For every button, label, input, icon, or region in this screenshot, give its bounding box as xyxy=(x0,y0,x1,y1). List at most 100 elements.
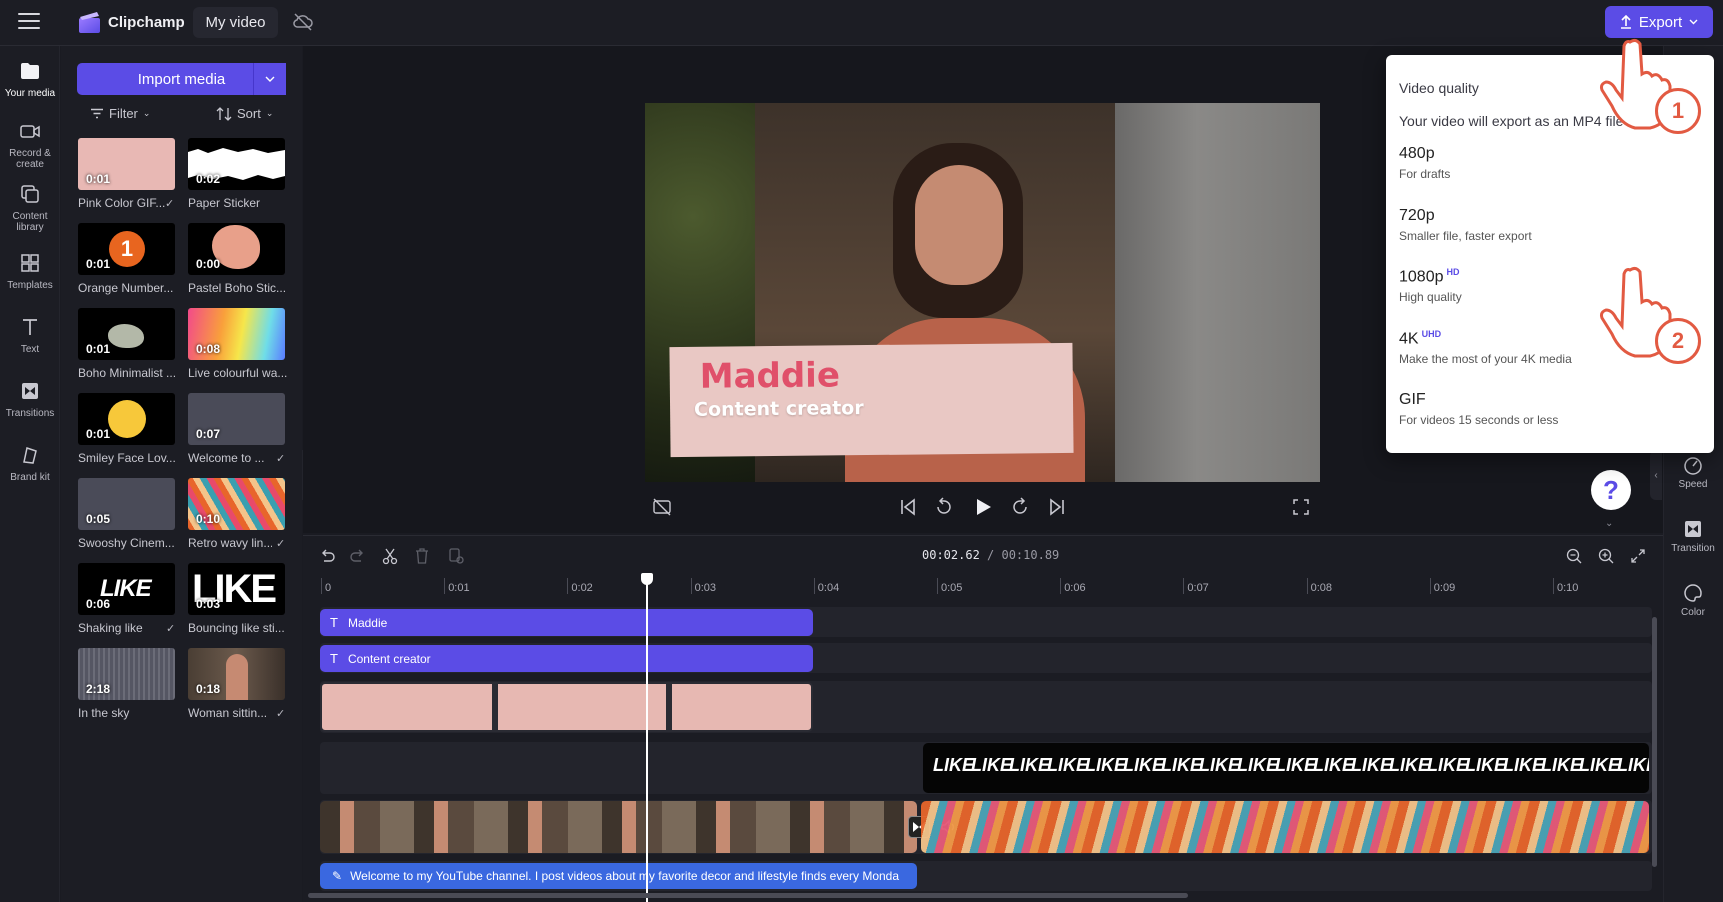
boho-blob-thumb xyxy=(108,324,144,348)
media-label: Smiley Face Lov... xyxy=(78,451,176,465)
color-icon xyxy=(1684,584,1702,602)
media-duration: 0:02 xyxy=(196,172,221,186)
sticker-clip[interactable] xyxy=(320,682,813,732)
cloud-off-icon[interactable] xyxy=(293,13,313,31)
media-label: Orange Number... xyxy=(78,281,174,295)
import-options-button[interactable] xyxy=(253,63,286,95)
current-time: 00:02.62 xyxy=(922,548,980,562)
play-icon[interactable] xyxy=(973,497,993,517)
orange-number-thumb: 1 xyxy=(109,231,145,267)
media-label: Swooshy Cinem... xyxy=(78,536,175,550)
video-preview[interactable]: Maddie Content creator xyxy=(645,103,1320,482)
ruler-label: 0:10 xyxy=(1557,582,1579,594)
fit-timeline-icon[interactable] xyxy=(1629,547,1647,565)
rail-item-content-library[interactable]: Content library xyxy=(0,183,60,233)
text-clip-title[interactable]: T Maddie xyxy=(320,609,813,636)
help-button[interactable]: ? xyxy=(1591,470,1631,510)
media-tile[interactable]: 0:07 xyxy=(188,393,285,445)
sort-button[interactable]: Sort ⌄ xyxy=(216,106,273,121)
zoom-in-icon[interactable] xyxy=(1597,547,1615,565)
preview-face xyxy=(915,165,1003,285)
quality-option-480p[interactable]: 480p For drafts xyxy=(1399,145,1699,181)
chevron-right-icon: ‹ xyxy=(1654,469,1658,481)
duplicate-icon[interactable] xyxy=(447,547,465,565)
captions-off-icon[interactable] xyxy=(652,497,672,517)
smiley-face-thumb xyxy=(108,400,146,438)
skip-back-icon[interactable] xyxy=(898,497,918,517)
media-tile[interactable]: 0:10 xyxy=(188,478,285,530)
menu-icon[interactable] xyxy=(18,13,40,31)
like-frame: LIKE xyxy=(1161,755,1203,775)
skip-forward-icon[interactable] xyxy=(1047,497,1067,517)
subtitle-text: Content creator xyxy=(693,397,864,421)
rail-item-your-media[interactable]: Your media xyxy=(0,60,60,99)
sort-label: Sort xyxy=(237,106,261,121)
rewind-5-icon[interactable] xyxy=(934,497,954,517)
media-duration: 0:01 xyxy=(86,257,111,271)
step-marker-2: 2 xyxy=(1655,318,1701,364)
rail-item-brand-kit[interactable]: Brand kit xyxy=(0,444,60,483)
video-clip-woman[interactable] xyxy=(320,801,917,853)
collapse-properties-button[interactable]: ‹ xyxy=(1650,450,1662,500)
media-tile[interactable]: 0:08 xyxy=(188,308,285,360)
like-frame: LIKE xyxy=(1009,755,1051,775)
rail-item-color[interactable]: Color xyxy=(1663,582,1723,618)
title-sticker[interactable]: Maddie Content creator xyxy=(669,342,1074,458)
media-tile[interactable]: 2:18 xyxy=(78,648,175,700)
text-clip-subtitle[interactable]: T Content creator xyxy=(320,645,813,672)
zoom-out-icon[interactable] xyxy=(1565,547,1583,565)
folder-icon xyxy=(21,63,39,79)
redo-icon[interactable] xyxy=(349,547,367,565)
media-tile[interactable]: 0:01 xyxy=(78,393,175,445)
rail-item-speed[interactable]: Speed xyxy=(1663,454,1723,490)
media-tile[interactable]: 0:18 xyxy=(188,648,285,700)
media-tile[interactable]: 0:05 xyxy=(78,478,175,530)
quality-option-gif[interactable]: GIF For videos 15 seconds or less xyxy=(1399,391,1699,427)
rail-label: Templates xyxy=(7,280,53,291)
media-label: In the sky xyxy=(78,706,130,720)
media-tile[interactable]: 1 0:01 xyxy=(78,223,175,275)
delete-icon[interactable] xyxy=(413,547,431,565)
quality-option-720p[interactable]: 720p Smaller file, faster export xyxy=(1399,207,1699,243)
media-tile[interactable]: 0:01 xyxy=(78,138,175,190)
split-scissors-icon[interactable] xyxy=(381,547,399,565)
total-time: / 00:10.89 xyxy=(987,548,1060,562)
rail-item-templates[interactable]: Templates xyxy=(0,252,60,291)
ruler-tick xyxy=(1306,578,1308,594)
ruler-tick xyxy=(321,578,322,594)
like-frame: LIKE xyxy=(933,755,975,775)
like-frame: LIKE xyxy=(1313,755,1355,775)
project-title[interactable]: My video xyxy=(193,7,278,38)
horizontal-scrollbar[interactable] xyxy=(308,893,1188,898)
media-tile[interactable]: LIKE 0:03 xyxy=(188,563,285,615)
rail-item-transitions[interactable]: Transitions xyxy=(0,380,60,419)
like-frame: LIKE xyxy=(1389,755,1431,775)
preview-wall xyxy=(1115,103,1320,482)
like-frame: LIKE xyxy=(1085,755,1127,775)
playhead[interactable] xyxy=(640,573,653,902)
like-frame: LIKE xyxy=(971,755,1013,775)
like-clip[interactable]: LIKE LIKE LIKE LIKE LIKE LIKE LIKE LIKE LIKE LIKE… xyxy=(923,743,1649,793)
rail-label: Transition xyxy=(1671,543,1715,554)
filter-button[interactable]: Filter ⌄ xyxy=(90,106,150,121)
rail-item-text[interactable]: Text xyxy=(0,316,60,355)
media-tile[interactable]: 0:02 xyxy=(188,138,285,190)
media-tile[interactable]: LIKE 0:06 xyxy=(78,563,175,615)
chevron-down-icon[interactable]: ⌄ xyxy=(1605,518,1613,529)
step-marker-1: 1 xyxy=(1655,88,1701,134)
media-label: Pink Color GIF... xyxy=(78,196,166,210)
vertical-scrollbar[interactable] xyxy=(1652,617,1657,867)
rail-item-transition[interactable]: Transition xyxy=(1663,518,1723,554)
undo-icon[interactable] xyxy=(318,547,336,565)
video-clip-retro[interactable] xyxy=(921,801,1649,853)
media-tile[interactable]: 0:00 xyxy=(188,223,285,275)
filter-label: Filter xyxy=(109,106,138,121)
rail-item-record[interactable]: Record & create xyxy=(0,120,60,170)
media-tile[interactable]: 0:01 xyxy=(78,308,175,360)
ruler-label: 0:04 xyxy=(817,582,840,594)
caption-text: Welcome to my YouTube channel. I post vi… xyxy=(350,869,900,883)
caption-clip[interactable]: ✎ Welcome to my YouTube channel. I post … xyxy=(320,863,917,889)
option-title: 1080p xyxy=(1399,268,1444,286)
fullscreen-icon[interactable] xyxy=(1291,497,1311,517)
forward-5-icon[interactable] xyxy=(1010,497,1030,517)
